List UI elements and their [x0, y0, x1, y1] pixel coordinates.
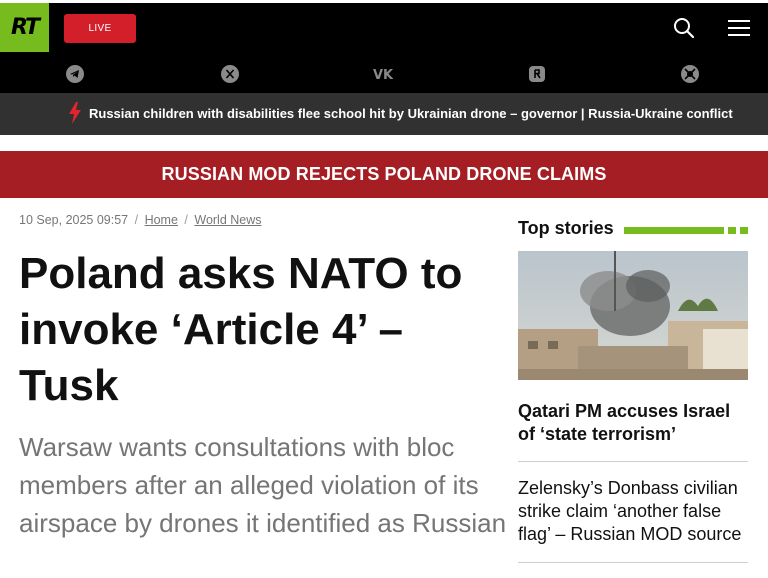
breadcrumb-separator: / [184, 213, 188, 227]
article-meta: 10 Sep, 2025 09:57 / Home / World News [19, 213, 262, 227]
social-bar: VK [0, 55, 768, 93]
top-story-title[interactable]: Zelensky’s Donbass civilian strike claim… [518, 477, 750, 546]
top-stories-accent-bar [624, 227, 724, 234]
top-stories-title: Top stories [518, 218, 614, 238]
x-icon[interactable] [221, 65, 239, 83]
ticker-headline[interactable]: Russian children with disabilities flee … [89, 106, 733, 121]
odysee-icon[interactable] [681, 65, 699, 83]
rumble-icon[interactable] [528, 65, 546, 83]
telegram-icon[interactable] [66, 65, 84, 83]
breadcrumb-world-news[interactable]: World News [194, 213, 261, 227]
story-thumbnail[interactable] [518, 251, 748, 380]
breadcrumb-home[interactable]: Home [145, 213, 178, 227]
article-headline: Poland asks NATO to invoke ‘Article 4’ –… [19, 249, 463, 410]
logo-text: RT [11, 15, 40, 40]
breadcrumb-separator: / [134, 213, 139, 227]
rt-logo[interactable]: RT [0, 3, 49, 52]
menu-icon[interactable] [727, 16, 751, 40]
vk-icon[interactable]: VK [373, 65, 395, 83]
breaking-banner[interactable]: RUSSIAN MOD REJECTS POLAND DRONE CLAIMS [0, 151, 768, 198]
top-stories-accent-dot [740, 227, 748, 234]
story-divider [518, 461, 748, 462]
top-stories-accent-dot [728, 227, 736, 234]
top-border [0, 0, 768, 3]
top-header: RT LIVE [0, 0, 768, 55]
top-story-title[interactable]: Qatari PM accuses Israel of ‘state terro… [518, 400, 748, 446]
lightning-icon [69, 102, 81, 124]
search-icon[interactable] [672, 16, 696, 40]
svg-text:VK: VK [373, 68, 394, 83]
story-divider [518, 562, 748, 563]
article-lede: Warsaw wants consultations with bloc mem… [19, 432, 507, 538]
article-date: 10 Sep, 2025 09:57 [19, 213, 129, 227]
live-button[interactable]: LIVE [64, 14, 136, 43]
